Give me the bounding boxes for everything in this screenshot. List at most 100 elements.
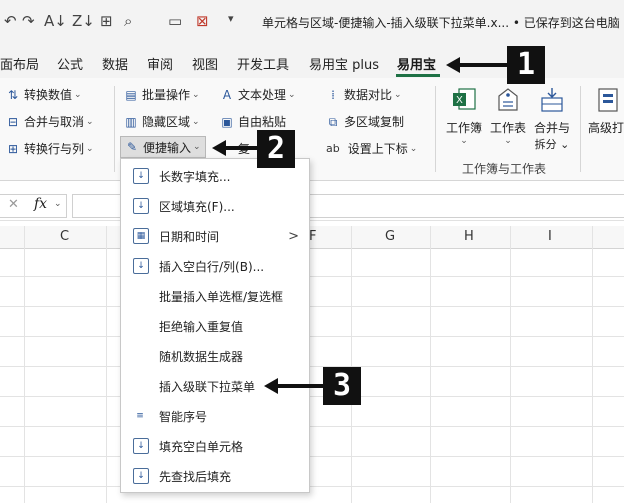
menu-item-date-time[interactable]: ▦ 日期和时间 > <box>121 222 309 250</box>
merge-icon: ⊟ <box>7 114 19 129</box>
merge-unmerge-button[interactable]: ⊟ 合并与取消 ⌄ <box>6 113 94 130</box>
excel-workbook-icon: X <box>453 88 476 110</box>
easy-input-icon: ✎ <box>126 140 138 154</box>
convert-values-button[interactable]: ⇅ 转换数值 ⌄ <box>6 86 82 103</box>
batch-operation-button[interactable]: ▤ 批量操作 ⌄ <box>124 86 200 103</box>
convert-values-icon: ⇅ <box>7 87 19 102</box>
numbered-list-icon: ≡ <box>133 409 147 423</box>
superscript-icon: ab <box>326 141 340 155</box>
insert-function-icon[interactable]: fx <box>34 196 47 212</box>
grid-line <box>592 226 593 503</box>
easy-input-button[interactable]: ✎ 便捷输入 ⌄ <box>120 136 206 158</box>
merge-split-button[interactable]: 合并与 拆分 ⌄ <box>530 86 574 152</box>
cancel-icon[interactable]: ✕ <box>8 197 19 212</box>
grid-line <box>106 226 107 503</box>
grid-line <box>0 276 624 277</box>
ribbon-separator <box>114 86 115 172</box>
grid-line <box>0 486 624 487</box>
callout-badge-3: 3 <box>323 367 361 405</box>
clear-format-icon[interactable]: ⊠ <box>196 12 209 30</box>
tab-developer[interactable]: 开发工具 <box>237 54 289 73</box>
column-c[interactable]: C <box>60 229 69 244</box>
callout-badge-1: 1 <box>507 46 545 84</box>
tab-easyuse[interactable]: 易用宝 <box>397 54 436 73</box>
chevron-down-icon: ⌄ <box>394 89 402 100</box>
paste-icon: ▣ <box>221 114 233 129</box>
redo-icon[interactable]: ↷ <box>22 12 35 30</box>
column-header: C F G H I <box>0 226 624 249</box>
tab-data[interactable]: 数据 <box>102 54 128 73</box>
chevron-down-icon[interactable]: ⌄ <box>54 199 62 209</box>
tab-page-layout[interactable]: 面布局 <box>0 54 39 73</box>
text-processing-button[interactable]: A 文本处理 ⌄ <box>220 86 296 103</box>
grid-line <box>0 306 624 307</box>
fill-down-icon: ↓ <box>133 468 149 484</box>
column-f[interactable]: F <box>309 229 316 244</box>
data-compare-icon: ⁞ <box>331 87 335 102</box>
menu-item-find-then-fill[interactable]: ↓ 先查找后填充 <box>121 462 309 490</box>
grid-line <box>0 336 624 337</box>
customize-toolbar-icon[interactable]: ▾ <box>228 12 234 25</box>
document-title: 单元格与区域-便捷输入-插入级联下拉菜单.x... • 已保存到这台电脑 <box>262 16 620 30</box>
multi-copy-icon: ⧉ <box>328 114 338 129</box>
chevron-down-icon: ⌄ <box>74 89 82 100</box>
grid-line <box>0 456 624 457</box>
callout-arrow-2 <box>224 146 258 150</box>
menu-item-batch-checkbox[interactable]: 批量插入单选框/复选框 <box>121 282 309 310</box>
data-compare-button[interactable]: ⁞ 数据对比 ⌄ <box>326 86 402 103</box>
title-bar: ↶ ↷ A↓ Z↓ ⊞ ⌕ ▭ ⊠ ▾ 单元格与区域-便捷输入-插入级联下拉菜单… <box>0 0 624 46</box>
grid-line <box>24 226 25 503</box>
transpose-button[interactable]: ⊞ 转换行与列 ⌄ <box>6 140 94 157</box>
fill-down-icon: ↓ <box>133 168 149 184</box>
menu-item-range-fill[interactable]: ↓ 区域填充(F)... <box>121 192 309 220</box>
column-g[interactable]: G <box>385 229 395 244</box>
chevron-down-icon: ⌄ <box>192 116 200 127</box>
find-icon[interactable]: ⌕ <box>124 12 132 30</box>
insert-rows-icon: ↓ <box>133 258 149 274</box>
advanced-print-button[interactable]: 高级打 <box>588 86 624 136</box>
sort-ascending-icon[interactable]: A↓ <box>44 12 67 30</box>
svg-text:X: X <box>456 95 463 106</box>
undo-icon[interactable]: ↶ <box>4 12 17 30</box>
free-paste-button[interactable]: ▣ 自由粘贴 <box>220 113 286 130</box>
column-h[interactable]: H <box>464 229 474 244</box>
easy-input-dropdown-menu: ↓ 长数字填充... ↓ 区域填充(F)... ▦ 日期和时间 > ↓ 插入空白… <box>120 158 310 493</box>
grid-line <box>430 226 431 503</box>
group-label-workbook-worksheet: 工作簿与工作表 <box>462 162 547 176</box>
workbook-button[interactable]: X 工作簿 ⌄ <box>444 86 484 146</box>
fill-down-icon: ↓ <box>133 438 149 454</box>
tab-review[interactable]: 审阅 <box>147 54 173 73</box>
grid-line <box>0 426 624 427</box>
borders-icon[interactable]: ⊞ <box>100 12 113 30</box>
superscript-subscript-button[interactable]: ab 设置上下标 ⌄ <box>326 140 417 157</box>
chevron-down-icon: ⌄ <box>192 89 200 100</box>
hide-range-button[interactable]: ▥ 隐藏区域 ⌄ <box>124 113 200 130</box>
grid-line <box>510 226 511 503</box>
batch-icon: ▤ <box>125 87 137 102</box>
tab-formulas[interactable]: 公式 <box>57 54 83 73</box>
chevron-down-icon: ⌄ <box>86 116 94 127</box>
fill-down-icon: ↓ <box>133 198 149 214</box>
menu-item-random-data-generator[interactable]: 随机数据生成器 <box>121 342 309 370</box>
worksheet-button[interactable]: 工作表 ⌄ <box>488 86 528 146</box>
grid-line <box>0 366 624 367</box>
chevron-down-icon: ⌄ <box>288 89 296 100</box>
tab-view[interactable]: 视图 <box>192 54 218 73</box>
grid-line <box>0 396 624 397</box>
text-processing-icon: A <box>222 87 232 102</box>
column-i[interactable]: I <box>548 229 552 244</box>
ribbon-separator <box>435 86 436 172</box>
form-icon[interactable]: ▭ <box>168 12 182 30</box>
menu-item-reject-duplicates[interactable]: 拒绝输入重复值 <box>121 312 309 340</box>
menu-item-smart-numbering[interactable]: ≡ 智能序号 <box>121 402 309 430</box>
multi-range-copy-button[interactable]: ⧉ 多区域复制 <box>326 113 404 130</box>
grid-line <box>351 226 352 503</box>
menu-item-fill-blank-cells[interactable]: ↓ 填充空白单元格 <box>121 432 309 460</box>
callout-badge-2: 2 <box>257 130 295 168</box>
print-layout-icon <box>598 88 618 112</box>
sort-descending-icon[interactable]: Z↓ <box>72 12 95 30</box>
chevron-down-icon: ⌄ <box>409 143 418 154</box>
ribbon-separator <box>580 86 581 172</box>
menu-item-insert-blank-rows[interactable]: ↓ 插入空白行/列(B)... <box>121 252 309 280</box>
tab-easyuse-plus[interactable]: 易用宝 plus <box>309 54 379 73</box>
